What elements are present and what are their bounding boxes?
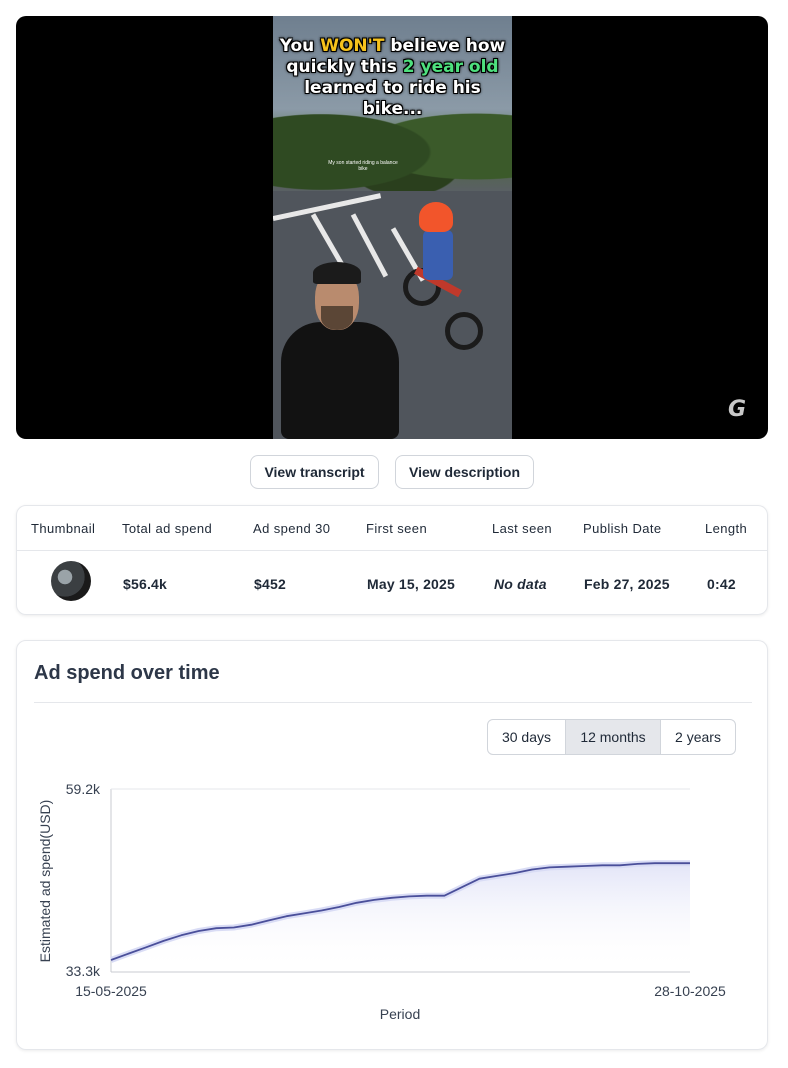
ad-thumbnail[interactable] (51, 561, 91, 601)
child-figure (423, 230, 453, 280)
ad-spend-30-value: $452 (254, 576, 286, 592)
publish-date-value: Feb 27, 2025 (584, 576, 670, 592)
video-frame: You WON'T believe how quickly this 2 yea… (273, 16, 512, 439)
last-seen-value: No data (494, 576, 547, 592)
column-header-first-seen: First seen (366, 521, 428, 536)
column-header-ad-spend-30: Ad spend 30 (253, 521, 331, 536)
bike-wheel (445, 312, 483, 350)
video-player[interactable]: You WON'T believe how quickly this 2 yea… (16, 16, 768, 439)
column-header-length: Length (705, 521, 748, 536)
range-30-days-button[interactable]: 30 days (488, 720, 566, 754)
video-caption: You WON'T believe how quickly this 2 yea… (279, 36, 506, 119)
ad-stats-table: Thumbnail Total ad spend Ad spend 30 Fir… (16, 505, 768, 615)
man-cap (313, 262, 361, 284)
chart-title: Ad spend over time (34, 662, 220, 684)
range-2-years-button[interactable]: 2 years (661, 720, 735, 754)
range-selector: 30 days 12 months 2 years (487, 719, 736, 755)
brand-logo-icon: G (727, 397, 747, 422)
man-figure (281, 322, 399, 439)
length-value: 0:42 (707, 576, 736, 592)
view-description-button[interactable]: View description (395, 455, 534, 489)
total-ad-spend-value: $56.4k (123, 576, 168, 592)
first-seen-value: May 15, 2025 (367, 576, 456, 592)
man-beard (321, 306, 353, 330)
column-header-last-seen: Last seen (492, 521, 552, 536)
column-header-thumbnail: Thumbnail (31, 521, 96, 536)
table-header: Thumbnail Total ad spend Ad spend 30 Fir… (17, 506, 767, 551)
divider (34, 702, 752, 703)
range-12-months-button[interactable]: 12 months (566, 720, 661, 754)
ad-spend-chart-card: Ad spend over time 30 days 12 months 2 y… (16, 640, 768, 1050)
child-helmet (419, 202, 453, 232)
video-subcaption: My son started riding a balance bike (328, 160, 398, 172)
column-header-publish-date: Publish Date (583, 521, 662, 536)
view-transcript-button[interactable]: View transcript (250, 455, 379, 489)
column-header-total-ad-spend: Total ad spend (122, 521, 213, 536)
